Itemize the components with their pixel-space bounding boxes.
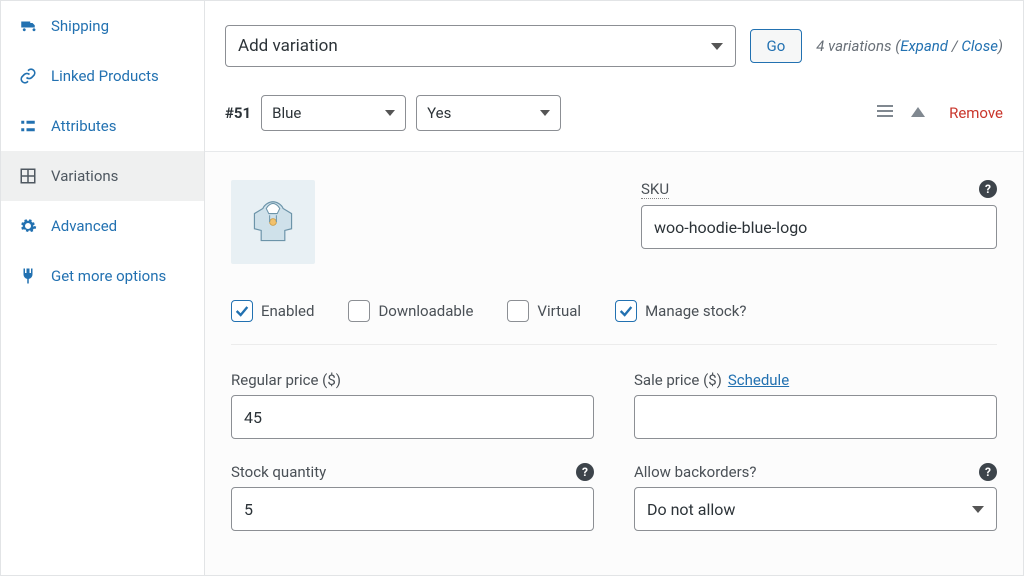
regular-price-label: Regular price ($) [231, 371, 341, 389]
chevron-down-icon [385, 110, 395, 116]
sidebar-item-label: Get more options [51, 267, 166, 285]
product-data-tabs: Shipping Linked Products Attributes Vari… [0, 0, 205, 576]
link-icon [19, 67, 37, 85]
backorders-label: Allow backorders? [634, 463, 757, 481]
downloadable-checkbox[interactable]: Downloadable [348, 300, 473, 322]
remove-variation-link[interactable]: Remove [949, 104, 1003, 122]
variation-toolbar: Add variation Go 4 variations (Expand / … [205, 1, 1023, 85]
help-icon[interactable]: ? [576, 463, 594, 481]
sidebar-item-linked-products[interactable]: Linked Products [1, 51, 204, 101]
manage-stock-checkbox[interactable]: Manage stock? [615, 300, 746, 322]
help-icon[interactable]: ? [979, 463, 997, 481]
chevron-down-icon [711, 43, 723, 50]
regular-price-input[interactable] [231, 395, 594, 439]
drag-handle-icon[interactable] [873, 104, 897, 122]
expand-link[interactable]: Expand [900, 37, 948, 55]
close-link[interactable]: Close [961, 37, 998, 55]
select-value: Yes [427, 104, 451, 122]
help-icon[interactable]: ? [979, 180, 997, 198]
checkbox-icon [615, 300, 637, 322]
schedule-link[interactable]: Schedule [728, 371, 789, 389]
hoodie-icon [246, 195, 300, 249]
sidebar-item-get-more[interactable]: Get more options [1, 251, 204, 301]
gear-icon [19, 217, 37, 235]
chevron-down-icon [540, 110, 550, 116]
list-icon [19, 117, 37, 135]
variation-edit-panel: SKU ? Enabled Downloadable Virtual [205, 152, 1023, 575]
sidebar-item-shipping[interactable]: Shipping [1, 1, 204, 51]
sidebar-item-advanced[interactable]: Advanced [1, 201, 204, 251]
virtual-checkbox[interactable]: Virtual [507, 300, 581, 322]
go-button[interactable]: Go [750, 29, 803, 63]
checkbox-icon [348, 300, 370, 322]
sku-field: SKU ? [641, 180, 997, 264]
chevron-down-icon [972, 506, 984, 513]
stock-quantity-label: Stock quantity [231, 463, 326, 481]
sale-price-input[interactable] [634, 395, 997, 439]
sidebar-item-variations[interactable]: Variations [1, 151, 204, 201]
sku-input[interactable] [641, 205, 997, 249]
checkbox-icon [231, 300, 253, 322]
sale-price-field: Sale price ($) Schedule [634, 371, 997, 439]
plugin-icon [19, 267, 37, 285]
select-value: Do not allow [647, 500, 735, 519]
attribute-select-logo[interactable]: Yes [416, 95, 561, 131]
sku-label: SKU [641, 180, 669, 199]
variation-header: #51 Blue Yes Remove [205, 85, 1023, 152]
variation-image-upload[interactable] [231, 180, 315, 264]
sidebar-item-label: Linked Products [51, 67, 159, 85]
stock-quantity-input[interactable] [231, 487, 594, 531]
backorders-select[interactable]: Do not allow [634, 487, 997, 531]
sidebar-item-label: Variations [51, 167, 118, 185]
collapse-icon[interactable] [907, 105, 929, 121]
variation-options: Enabled Downloadable Virtual Manage stoc… [231, 288, 997, 345]
truck-icon [19, 17, 37, 35]
backorders-field: Allow backorders? ? Do not allow [634, 463, 997, 531]
attribute-select-color[interactable]: Blue [261, 95, 406, 131]
sidebar-item-label: Attributes [51, 117, 117, 135]
variation-action-select[interactable]: Add variation [225, 25, 736, 67]
variations-panel: Add variation Go 4 variations (Expand / … [205, 0, 1024, 576]
variation-count-info: 4 variations (Expand / Close) [816, 37, 1003, 55]
sidebar-item-label: Advanced [51, 217, 117, 235]
sidebar-item-attributes[interactable]: Attributes [1, 101, 204, 151]
regular-price-field: Regular price ($) [231, 371, 594, 439]
grid-icon [19, 167, 37, 185]
sale-price-label: Sale price ($) [634, 371, 722, 389]
checkbox-icon [507, 300, 529, 322]
select-value: Blue [272, 104, 301, 122]
stock-quantity-field: Stock quantity ? [231, 463, 594, 531]
enabled-checkbox[interactable]: Enabled [231, 300, 314, 322]
select-value: Add variation [238, 36, 338, 56]
variation-id: #51 [225, 104, 251, 122]
sidebar-item-label: Shipping [51, 17, 109, 35]
